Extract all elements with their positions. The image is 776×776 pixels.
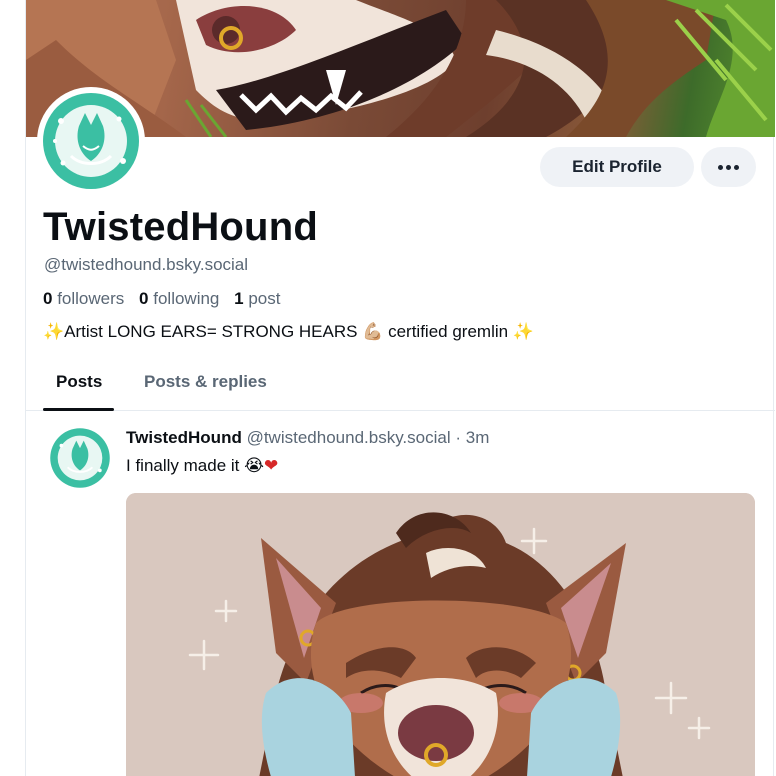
post-header: TwistedHound @twistedhound.bsky.social ·… [126,428,489,448]
post-timestamp[interactable]: 3m [466,428,490,447]
twisted-hound-logo-icon [50,428,110,488]
twisted-hound-logo-icon [43,93,139,189]
post-artwork [126,493,755,776]
three-dots-horizontal-icon [718,164,723,170]
page-gutter [0,0,25,776]
post-author-avatar[interactable] [49,427,111,489]
profile-avatar[interactable] [37,87,145,195]
followers-count: 0 [43,289,53,308]
more-options-button[interactable] [701,147,756,187]
active-tab-indicator [43,408,114,411]
bio-text: Artist LONG EARS= STRONG HEARS 💪🏼 certif… [64,322,509,341]
post-text-content: I finally made it 😭 [126,456,264,475]
following-count: 0 [139,289,149,308]
post-text: I finally made it 😭❤ [126,456,278,476]
following-link[interactable]: 0 following [139,289,219,308]
tab-posts[interactable]: Posts [56,372,102,392]
posts-label: post [248,289,281,308]
post-author-handle[interactable]: @twistedhound.bsky.social [247,428,451,447]
sparkles-icon: ✨ [43,322,65,341]
avatar-image [41,91,141,191]
profile-tabs: Posts Posts & replies [26,360,775,411]
following-label: following [153,289,220,308]
dot [734,164,739,170]
profile-bio: ✨Artist LONG EARS= STRONG HEARS 💪🏼 certi… [43,322,534,342]
posts-stat: 1 post [234,289,280,308]
dot [726,164,731,170]
edit-profile-button[interactable]: Edit Profile [540,147,694,187]
profile-handle: @twistedhound.bsky.social [44,255,249,274]
profile-display-name: TwistedHound [43,205,318,249]
profile-column: Edit Profile TwistedHound @twistedhound.… [25,0,775,776]
post-image[interactable] [126,493,755,776]
profile-stats: 0 followers 0 following 1 post [43,289,280,309]
followers-label: followers [57,289,125,308]
post-separator: · [450,428,466,447]
sparkles-icon: ✨ [512,322,534,341]
posts-count: 1 [234,289,244,308]
heart-icon: ❤ [263,456,279,475]
post-author-name[interactable]: TwistedHound [126,428,242,447]
tab-posts-and-replies[interactable]: Posts & replies [144,372,267,392]
followers-link[interactable]: 0 followers [43,289,124,308]
